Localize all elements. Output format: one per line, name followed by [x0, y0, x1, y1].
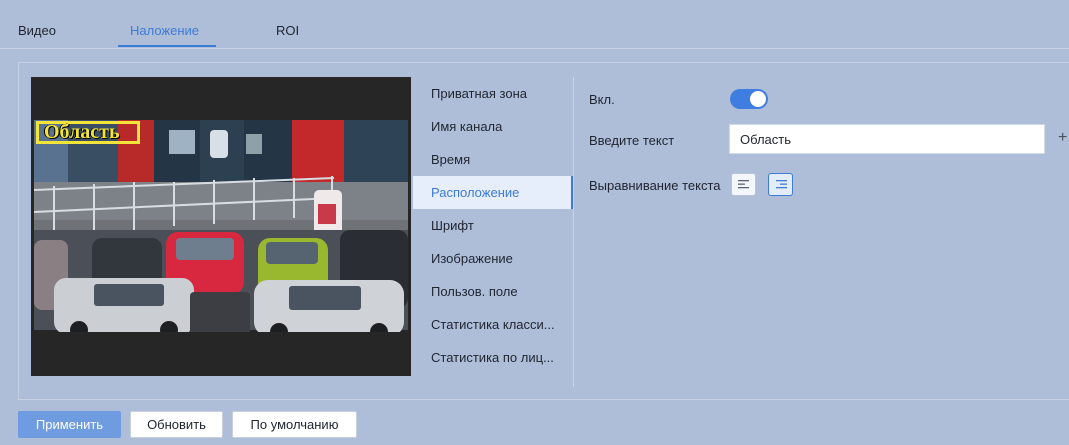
- camera-preview: Область: [31, 77, 411, 376]
- refresh-button[interactable]: Обновить: [130, 411, 223, 438]
- active-tab-indicator: [118, 45, 216, 47]
- overlay-text: Область: [44, 121, 120, 143]
- menu-item-image[interactable]: Изображение: [413, 242, 573, 275]
- menu-item-channel-name[interactable]: Имя канала: [413, 110, 573, 143]
- menu-item-time[interactable]: Время: [413, 143, 573, 176]
- menu-item-classification-stats[interactable]: Статистика класси...: [413, 308, 573, 341]
- align-left-icon: [738, 180, 749, 189]
- align-right-icon: [776, 180, 787, 189]
- menu-item-custom-field[interactable]: Пользов. поле: [413, 275, 573, 308]
- menu-item-face-stats[interactable]: Статистика по лиц...: [413, 341, 573, 374]
- menu-divider: [573, 77, 574, 387]
- menu-item-font[interactable]: Шрифт: [413, 209, 573, 242]
- menu-item-location[interactable]: Расположение: [413, 176, 573, 209]
- enable-toggle[interactable]: [730, 89, 768, 109]
- menu-item-privacy-zone[interactable]: Приватная зона: [413, 77, 573, 110]
- overlay-text-input[interactable]: [729, 124, 1045, 154]
- apply-button[interactable]: Применить: [18, 411, 121, 438]
- text-label: Введите текст: [589, 133, 675, 148]
- text-align-label: Выравнивание текста: [589, 178, 721, 193]
- overlay-submenu: Приватная зона Имя канала Время Располож…: [413, 77, 573, 387]
- default-button[interactable]: По умолчанию: [232, 411, 357, 438]
- tab-overlay[interactable]: Наложение: [130, 23, 199, 38]
- tab-video[interactable]: Видео: [18, 23, 56, 38]
- toggle-knob: [750, 91, 766, 107]
- plus-icon[interactable]: +: [1058, 129, 1067, 147]
- tab-roi[interactable]: ROI: [276, 23, 299, 38]
- align-left-button[interactable]: [731, 173, 756, 196]
- enable-label: Вкл.: [589, 92, 615, 107]
- camera-scene: [34, 120, 408, 376]
- tab-bar: Видео Наложение ROI: [0, 10, 1069, 49]
- align-right-button[interactable]: [768, 173, 793, 196]
